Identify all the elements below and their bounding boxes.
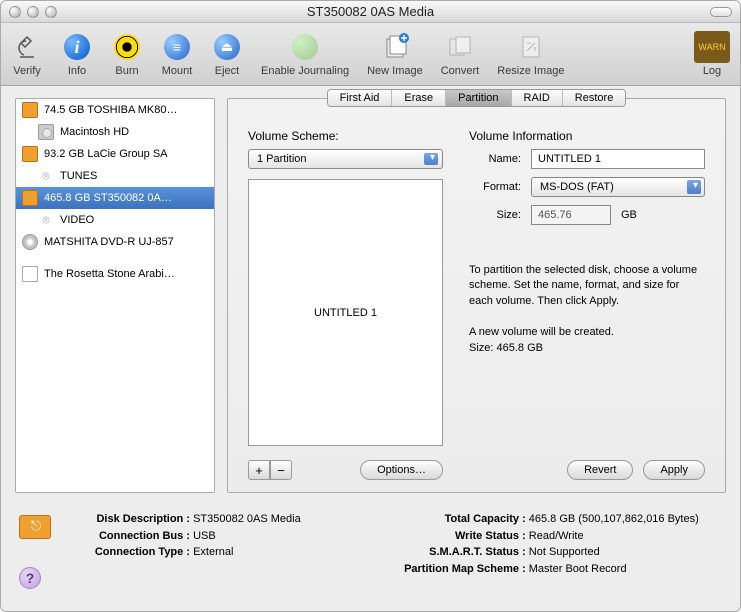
volume-icon: ⌾ — [38, 212, 54, 228]
newimage-icon — [379, 31, 411, 63]
sidebar-item-label: MATSHITA DVD-R UJ-857 — [44, 236, 174, 248]
titlebar: ST350082 0AS Media — [1, 1, 740, 23]
mount-icon: ≡ — [161, 31, 193, 63]
toolbar-label: Enable Journaling — [261, 65, 349, 77]
volume-name-input[interactable] — [531, 149, 705, 169]
log-button[interactable]: WARN Log — [694, 31, 730, 77]
journal-icon — [289, 31, 321, 63]
disk-icon — [19, 515, 51, 539]
remove-partition-button[interactable]: − — [270, 460, 292, 480]
help-button[interactable]: ? — [19, 567, 41, 589]
toolbar-verify-button[interactable]: Verify — [11, 31, 43, 77]
sidebar-item[interactable]: The Rosetta Stone Arabi… — [16, 263, 214, 285]
toolbar-toggle-button[interactable] — [710, 7, 732, 17]
window-title: ST350082 0AS Media — [1, 4, 740, 19]
resize-icon — [515, 31, 547, 63]
sidebar-item[interactable]: ⌾ TUNES — [16, 165, 214, 187]
add-partition-button[interactable]: + — [248, 460, 270, 480]
image-file-icon — [22, 266, 38, 282]
convert-icon — [444, 31, 476, 63]
tab-first-aid[interactable]: First Aid — [328, 90, 393, 106]
disk-icon — [22, 146, 38, 162]
revert-button[interactable]: Revert — [567, 460, 633, 480]
size-label: Size: — [469, 209, 521, 221]
status-text: A new volume will be created. Size: 465.… — [469, 325, 705, 356]
disk-icon — [22, 190, 38, 206]
info-icon: i — [61, 31, 93, 63]
volume-icon: ⌾ — [38, 168, 54, 184]
toolbar-resize-image-button[interactable]: Resize Image — [497, 31, 564, 77]
sidebar-item[interactable]: 465.8 GB ST350082 0A… — [16, 187, 214, 209]
sidebar-item-label: 74.5 GB TOSHIBA MK80… — [44, 104, 178, 116]
sidebar-item-label: TUNES — [60, 170, 97, 182]
toolbar-label: Mount — [162, 65, 193, 77]
burn-icon — [111, 31, 143, 63]
microscope-icon — [11, 31, 43, 63]
size-input — [531, 205, 611, 225]
tab-restore[interactable]: Restore — [563, 90, 626, 106]
toolbar-mount-button[interactable]: ≡ Mount — [161, 31, 193, 77]
tab-strip: First AidErasePartitionRAIDRestore — [327, 89, 627, 107]
sidebar-item-label: 93.2 GB LaCie Group SA — [44, 148, 168, 160]
partition-segment-label: UNTITLED 1 — [314, 307, 377, 319]
volume-scheme-label: Volume Scheme: — [248, 129, 443, 143]
name-label: Name: — [469, 153, 521, 165]
toolbar-label: Convert — [441, 65, 480, 77]
toolbar-new-image-button[interactable]: New Image — [367, 31, 423, 77]
tab-raid[interactable]: RAID — [512, 90, 563, 106]
toolbar-convert-button[interactable]: Convert — [441, 31, 480, 77]
toolbar: Verify i Info Burn ≡ Mount ⏏ Eject Enable Journa… — [1, 23, 740, 86]
sidebar-item[interactable]: Macintosh HD — [16, 121, 214, 143]
toolbar-label: New Image — [367, 65, 423, 77]
format-select[interactable]: MS-DOS (FAT) — [531, 177, 705, 197]
toolbar-label: Eject — [215, 65, 239, 77]
toolbar-label: Verify — [13, 65, 41, 77]
log-label: Log — [703, 65, 721, 77]
toolbar-label: Resize Image — [497, 65, 564, 77]
size-unit: GB — [621, 209, 637, 221]
partition-layout[interactable]: UNTITLED 1 — [248, 179, 443, 446]
instructions-text: To partition the selected disk, choose a… — [469, 263, 705, 309]
log-icon: WARN — [694, 31, 730, 63]
toolbar-burn-button[interactable]: Burn — [111, 31, 143, 77]
sidebar-item-label: Macintosh HD — [60, 126, 129, 138]
eject-icon: ⏏ — [211, 31, 243, 63]
toolbar-eject-button[interactable]: ⏏ Eject — [211, 31, 243, 77]
disk-sidebar[interactable]: 74.5 GB TOSHIBA MK80… Macintosh HD 93.2 GB… — [15, 98, 215, 493]
sidebar-item-label: The Rosetta Stone Arabi… — [44, 268, 175, 280]
volume-info-label: Volume Information — [469, 129, 705, 143]
sidebar-item[interactable]: ⌾ VIDEO — [16, 209, 214, 231]
hd-icon — [38, 124, 54, 140]
toolbar-enable-journaling-button[interactable]: Enable Journaling — [261, 31, 349, 77]
main-panel: First AidErasePartitionRAIDRestore Volum… — [227, 98, 726, 493]
toolbar-label: Burn — [115, 65, 138, 77]
toolbar-label: Info — [68, 65, 86, 77]
tab-partition[interactable]: Partition — [446, 90, 511, 106]
toolbar-info-button[interactable]: i Info — [61, 31, 93, 77]
sidebar-item-label: 465.8 GB ST350082 0A… — [44, 192, 172, 204]
tab-erase[interactable]: Erase — [392, 90, 446, 106]
format-label: Format: — [469, 181, 521, 193]
options-button[interactable]: Options… — [360, 460, 443, 480]
footer-info: ? Disk Description : ST350082 0AS Media … — [15, 511, 726, 589]
sidebar-item[interactable]: 74.5 GB TOSHIBA MK80… — [16, 99, 214, 121]
sidebar-item-label: VIDEO — [60, 214, 94, 226]
sidebar-item[interactable]: 93.2 GB LaCie Group SA — [16, 143, 214, 165]
volume-scheme-select[interactable]: 1 Partition — [248, 149, 443, 169]
sidebar-item[interactable]: MATSHITA DVD-R UJ-857 — [16, 231, 214, 253]
disk-utility-window: ST350082 0AS Media Verify i Info Burn ≡ Mount… — [0, 0, 741, 612]
optical-icon — [22, 234, 38, 250]
disk-icon — [22, 102, 38, 118]
apply-button[interactable]: Apply — [643, 460, 705, 480]
